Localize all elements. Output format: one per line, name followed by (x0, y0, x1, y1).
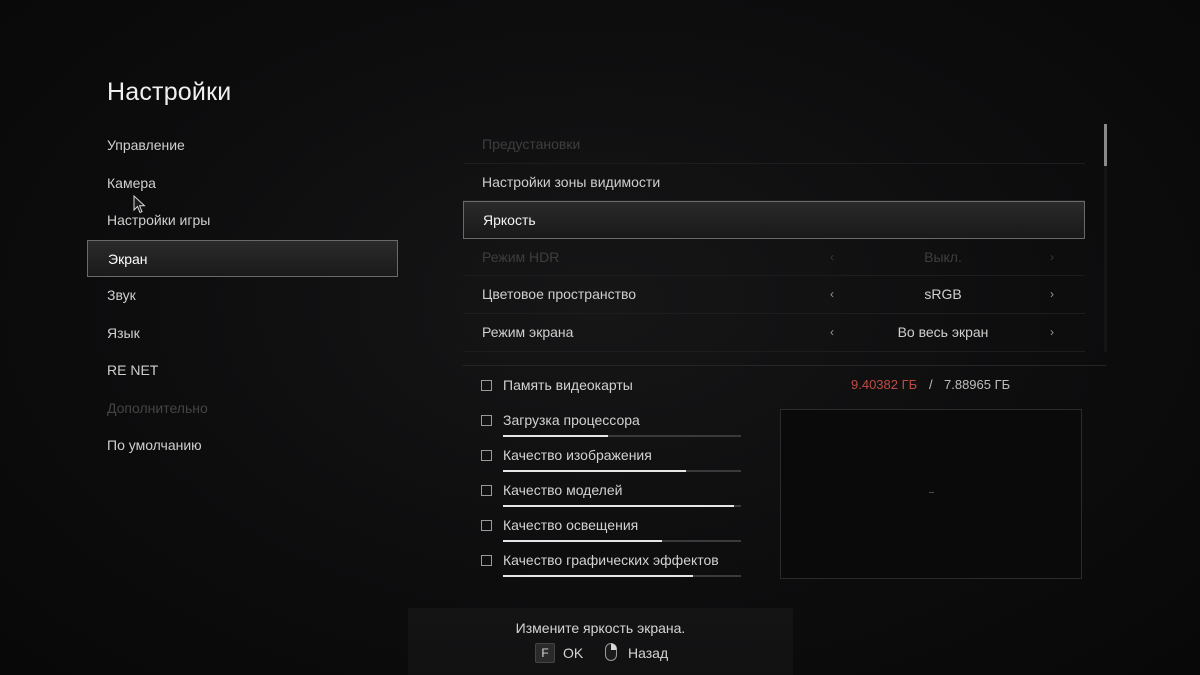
quality-label: Загрузка процессора (503, 412, 640, 428)
menu-item-language[interactable]: Язык (87, 315, 398, 353)
page-title: Настройки (107, 78, 232, 106)
setting-label: Цветовое пространство (482, 286, 637, 303)
setting-value: Во весь экран (897, 323, 989, 340)
menu-item-defaults[interactable]: По умолчанию (87, 427, 398, 465)
setting-color-space[interactable]: Цветовое пространство ‹ sRGB › (463, 276, 1085, 314)
vram-checkbox[interactable] (481, 380, 492, 391)
quality-bar-fill (503, 435, 608, 437)
setting-value: sRGB (924, 286, 962, 303)
quality-row-image[interactable]: Качество изображения (481, 444, 751, 479)
mouse-right-click-icon[interactable] (604, 642, 618, 662)
setting-hdr-mode: Режим HDR ‹ Выкл. › (463, 239, 1085, 277)
vram-row[interactable]: Память видеокарты (481, 374, 751, 409)
quality-checkbox[interactable] (481, 520, 492, 531)
chevron-left-icon[interactable]: ‹ (830, 276, 834, 314)
menu-item-advanced: Дополнительно (107, 399, 208, 416)
mouse-cursor-icon (133, 195, 146, 214)
vram-used-value: 9.40382 ГБ (851, 377, 918, 392)
brightness-preview (780, 409, 1082, 579)
setting-label: Настройки зоны видимости (482, 173, 661, 190)
vram-total-value: 7.88965 ГБ (944, 377, 1011, 392)
setting-label: Предустановки (482, 136, 581, 152)
chevron-left-icon[interactable]: ‹ (830, 314, 834, 352)
quality-bar (503, 435, 741, 437)
quality-row-models[interactable]: Качество моделей (481, 479, 751, 514)
menu-item-display[interactable]: Экран (87, 239, 398, 277)
quality-bar (503, 575, 741, 577)
display-settings-list: Предустановки Настройки зоны видимости Я… (463, 126, 1085, 352)
help-text: Измените яркость экрана. (515, 620, 686, 636)
settings-scrollbar-thumb[interactable] (1104, 124, 1107, 166)
quality-bar (503, 540, 741, 542)
setting-label: Режим HDR (482, 248, 560, 265)
quality-bar-fill (503, 540, 663, 542)
settings-screen: Настройки Управление Камера Настройки иг… (0, 0, 1200, 675)
chevron-right-icon[interactable]: › (1050, 314, 1054, 352)
chevron-left-icon: ‹ (830, 249, 834, 264)
setting-presets: Предустановки (463, 126, 1085, 164)
setting-label: Яркость (483, 212, 536, 229)
section-divider (463, 365, 1106, 366)
chevron-right-icon[interactable]: › (1050, 276, 1054, 314)
ok-button[interactable]: OK (563, 645, 583, 661)
quality-label: Качество освещения (503, 517, 639, 533)
setting-view-distance[interactable]: Настройки зоны видимости (463, 164, 1085, 202)
quality-row-effects[interactable]: Качество графических эффектов (481, 549, 751, 584)
back-button[interactable]: Назад (628, 645, 668, 661)
setting-screen-mode[interactable]: Режим экрана ‹ Во весь экран › (463, 314, 1085, 352)
quality-row-lighting[interactable]: Качество освещения (481, 514, 751, 549)
quality-checkbox[interactable] (481, 450, 492, 461)
quality-label: Качество изображения (503, 447, 652, 463)
setting-brightness[interactable]: Яркость (463, 201, 1085, 239)
category-menu: Управление Камера Настройки игры Экран З… (87, 127, 398, 465)
quality-checkbox[interactable] (481, 555, 492, 566)
quality-bar-fill (503, 470, 687, 472)
footer-hint-bar: Измените яркость экрана. F OK Назад (408, 608, 793, 675)
vram-separator: / (929, 377, 933, 392)
menu-item-audio[interactable]: Звук (87, 277, 398, 315)
quality-label: Качество графических эффектов (503, 552, 719, 568)
quality-bar-fill (503, 575, 694, 577)
quality-row-cpu[interactable]: Загрузка процессора (481, 409, 751, 444)
performance-indicators: Память видеокарты Загрузка процессора Ка… (481, 374, 751, 584)
chevron-right-icon: › (1050, 249, 1054, 264)
menu-item-controls[interactable]: Управление (87, 127, 398, 165)
quality-checkbox[interactable] (481, 485, 492, 496)
quality-bar-fill (503, 505, 734, 507)
quality-label: Качество моделей (503, 482, 623, 498)
setting-value: Выкл. (924, 248, 962, 265)
menu-item-re-net[interactable]: RE NET (87, 352, 398, 390)
f-key-icon[interactable]: F (535, 643, 555, 663)
quality-bar (503, 505, 741, 507)
preview-mark (929, 492, 934, 493)
quality-bar (503, 470, 741, 472)
quality-checkbox[interactable] (481, 415, 492, 426)
vram-label: Память видеокарты (503, 377, 633, 393)
setting-label: Режим экрана (482, 323, 574, 340)
